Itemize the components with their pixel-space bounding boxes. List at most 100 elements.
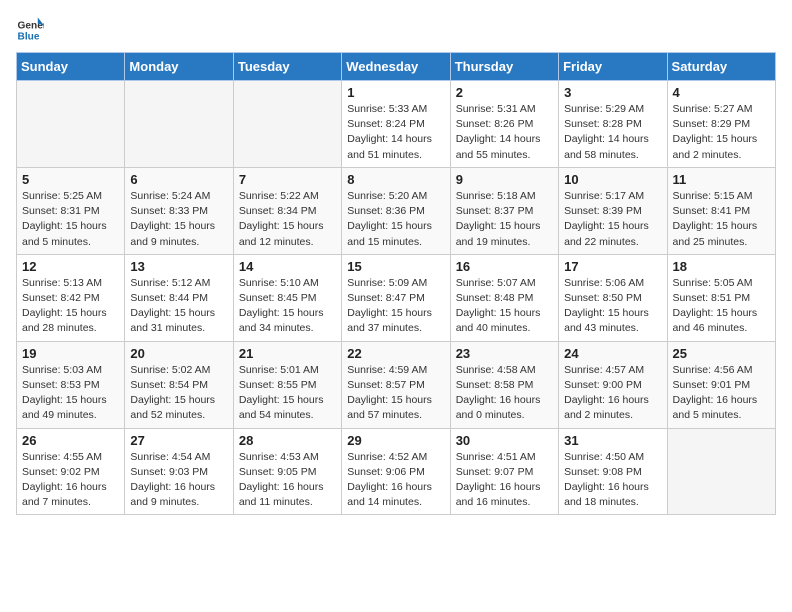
calendar-cell: 3 Sunrise: 5:29 AM Sunset: 8:28 PM Daylig… xyxy=(559,81,667,168)
weekday-header-tuesday: Tuesday xyxy=(233,53,341,81)
calendar-cell: 27 Sunrise: 4:54 AM Sunset: 9:03 PM Dayli… xyxy=(125,428,233,515)
calendar-cell: 31 Sunrise: 4:50 AM Sunset: 9:08 PM Dayli… xyxy=(559,428,667,515)
day-info: Sunrise: 4:54 AM Sunset: 9:03 PM Dayligh… xyxy=(130,450,227,511)
day-info: Sunrise: 5:27 AM Sunset: 8:29 PM Dayligh… xyxy=(673,102,770,163)
calendar-cell: 17 Sunrise: 5:06 AM Sunset: 8:50 PM Dayli… xyxy=(559,254,667,341)
calendar-week-3: 12Sunrise: 5:13 AM Sunset: 8:42 PM Dayli… xyxy=(17,254,776,341)
day-number: 10 xyxy=(564,172,661,187)
day-info: Sunrise: 4:55 AM Sunset: 9:02 PM Dayligh… xyxy=(22,450,119,511)
calendar-cell xyxy=(233,81,341,168)
day-number: 29 xyxy=(347,433,444,448)
day-number: 15 xyxy=(347,259,444,274)
day-info: Sunrise: 5:09 AM Sunset: 8:47 PM Dayligh… xyxy=(347,276,444,337)
calendar-cell: 5 Sunrise: 5:25 AM Sunset: 8:31 PM Daylig… xyxy=(17,167,125,254)
day-info: Sunrise: 4:56 AM Sunset: 9:01 PM Dayligh… xyxy=(673,363,770,424)
calendar-cell: 12Sunrise: 5:13 AM Sunset: 8:42 PM Dayli… xyxy=(17,254,125,341)
day-number: 19 xyxy=(22,346,119,361)
day-number: 23 xyxy=(456,346,553,361)
calendar-cell: 15 Sunrise: 5:09 AM Sunset: 8:47 PM Dayli… xyxy=(342,254,450,341)
calendar-cell: 23 Sunrise: 4:58 AM Sunset: 8:58 PM Dayli… xyxy=(450,341,558,428)
calendar-cell: 28 Sunrise: 4:53 AM Sunset: 9:05 PM Dayli… xyxy=(233,428,341,515)
calendar-cell: 29 Sunrise: 4:52 AM Sunset: 9:06 PM Dayli… xyxy=(342,428,450,515)
day-info: Sunrise: 4:53 AM Sunset: 9:05 PM Dayligh… xyxy=(239,450,336,511)
day-number: 25 xyxy=(673,346,770,361)
calendar-cell: 9 Sunrise: 5:18 AM Sunset: 8:37 PM Daylig… xyxy=(450,167,558,254)
weekday-header-sunday: Sunday xyxy=(17,53,125,81)
day-info: Sunrise: 4:51 AM Sunset: 9:07 PM Dayligh… xyxy=(456,450,553,511)
day-number: 28 xyxy=(239,433,336,448)
day-info: Sunrise: 5:18 AM Sunset: 8:37 PM Dayligh… xyxy=(456,189,553,250)
calendar-cell: 13 Sunrise: 5:12 AM Sunset: 8:44 PM Dayli… xyxy=(125,254,233,341)
calendar-cell: 25 Sunrise: 4:56 AM Sunset: 9:01 PM Dayli… xyxy=(667,341,775,428)
day-number: 24 xyxy=(564,346,661,361)
day-info: Sunrise: 4:52 AM Sunset: 9:06 PM Dayligh… xyxy=(347,450,444,511)
day-number: 5 xyxy=(22,172,119,187)
calendar-cell: 24Sunrise: 4:57 AM Sunset: 9:00 PM Dayli… xyxy=(559,341,667,428)
day-number: 17 xyxy=(564,259,661,274)
weekday-header-wednesday: Wednesday xyxy=(342,53,450,81)
day-number: 11 xyxy=(673,172,770,187)
calendar-week-1: 1 Sunrise: 5:33 AM Sunset: 8:24 PM Daylig… xyxy=(17,81,776,168)
calendar-cell: 10 Sunrise: 5:17 AM Sunset: 8:39 PM Dayli… xyxy=(559,167,667,254)
day-number: 20 xyxy=(130,346,227,361)
day-number: 22 xyxy=(347,346,444,361)
day-info: Sunrise: 5:25 AM Sunset: 8:31 PM Dayligh… xyxy=(22,189,119,250)
day-info: Sunrise: 5:06 AM Sunset: 8:50 PM Dayligh… xyxy=(564,276,661,337)
logo: General Blue xyxy=(16,16,44,44)
day-number: 8 xyxy=(347,172,444,187)
day-info: Sunrise: 5:29 AM Sunset: 8:28 PM Dayligh… xyxy=(564,102,661,163)
day-info: Sunrise: 5:24 AM Sunset: 8:33 PM Dayligh… xyxy=(130,189,227,250)
day-info: Sunrise: 5:07 AM Sunset: 8:48 PM Dayligh… xyxy=(456,276,553,337)
calendar-cell: 1 Sunrise: 5:33 AM Sunset: 8:24 PM Daylig… xyxy=(342,81,450,168)
calendar: SundayMondayTuesdayWednesdayThursdayFrid… xyxy=(16,52,776,515)
day-number: 4 xyxy=(673,85,770,100)
day-number: 14 xyxy=(239,259,336,274)
day-info: Sunrise: 5:12 AM Sunset: 8:44 PM Dayligh… xyxy=(130,276,227,337)
day-info: Sunrise: 5:31 AM Sunset: 8:26 PM Dayligh… xyxy=(456,102,553,163)
day-number: 30 xyxy=(456,433,553,448)
day-number: 13 xyxy=(130,259,227,274)
day-number: 12 xyxy=(22,259,119,274)
day-number: 2 xyxy=(456,85,553,100)
weekday-header-friday: Friday xyxy=(559,53,667,81)
day-number: 21 xyxy=(239,346,336,361)
weekday-header-monday: Monday xyxy=(125,53,233,81)
day-info: Sunrise: 5:03 AM Sunset: 8:53 PM Dayligh… xyxy=(22,363,119,424)
day-number: 9 xyxy=(456,172,553,187)
calendar-cell: 20 Sunrise: 5:02 AM Sunset: 8:54 PM Dayli… xyxy=(125,341,233,428)
calendar-cell: 26Sunrise: 4:55 AM Sunset: 9:02 PM Dayli… xyxy=(17,428,125,515)
day-info: Sunrise: 5:22 AM Sunset: 8:34 PM Dayligh… xyxy=(239,189,336,250)
calendar-week-2: 5 Sunrise: 5:25 AM Sunset: 8:31 PM Daylig… xyxy=(17,167,776,254)
calendar-cell: 6Sunrise: 5:24 AM Sunset: 8:33 PM Daylig… xyxy=(125,167,233,254)
calendar-cell: 18 Sunrise: 5:05 AM Sunset: 8:51 PM Dayli… xyxy=(667,254,775,341)
day-info: Sunrise: 4:50 AM Sunset: 9:08 PM Dayligh… xyxy=(564,450,661,511)
calendar-cell: 30 Sunrise: 4:51 AM Sunset: 9:07 PM Dayli… xyxy=(450,428,558,515)
day-number: 3 xyxy=(564,85,661,100)
day-info: Sunrise: 5:05 AM Sunset: 8:51 PM Dayligh… xyxy=(673,276,770,337)
day-info: Sunrise: 4:59 AM Sunset: 8:57 PM Dayligh… xyxy=(347,363,444,424)
calendar-cell: 16 Sunrise: 5:07 AM Sunset: 8:48 PM Dayli… xyxy=(450,254,558,341)
day-info: Sunrise: 5:17 AM Sunset: 8:39 PM Dayligh… xyxy=(564,189,661,250)
day-info: Sunrise: 5:15 AM Sunset: 8:41 PM Dayligh… xyxy=(673,189,770,250)
day-info: Sunrise: 5:02 AM Sunset: 8:54 PM Dayligh… xyxy=(130,363,227,424)
day-number: 27 xyxy=(130,433,227,448)
svg-text:Blue: Blue xyxy=(18,31,40,42)
calendar-cell: 21Sunrise: 5:01 AM Sunset: 8:55 PM Dayli… xyxy=(233,341,341,428)
day-number: 18 xyxy=(673,259,770,274)
calendar-cell: 2 Sunrise: 5:31 AM Sunset: 8:26 PM Daylig… xyxy=(450,81,558,168)
calendar-cell xyxy=(667,428,775,515)
calendar-cell: 8Sunrise: 5:20 AM Sunset: 8:36 PM Daylig… xyxy=(342,167,450,254)
calendar-cell: 14 Sunrise: 5:10 AM Sunset: 8:45 PM Dayli… xyxy=(233,254,341,341)
calendar-cell xyxy=(17,81,125,168)
day-info: Sunrise: 5:33 AM Sunset: 8:24 PM Dayligh… xyxy=(347,102,444,163)
calendar-cell: 4 Sunrise: 5:27 AM Sunset: 8:29 PM Daylig… xyxy=(667,81,775,168)
page-header: General Blue xyxy=(16,16,776,44)
logo-icon: General Blue xyxy=(16,16,44,44)
weekday-header-saturday: Saturday xyxy=(667,53,775,81)
calendar-cell: 7Sunrise: 5:22 AM Sunset: 8:34 PM Daylig… xyxy=(233,167,341,254)
day-info: Sunrise: 4:58 AM Sunset: 8:58 PM Dayligh… xyxy=(456,363,553,424)
day-number: 16 xyxy=(456,259,553,274)
day-number: 1 xyxy=(347,85,444,100)
day-info: Sunrise: 5:10 AM Sunset: 8:45 PM Dayligh… xyxy=(239,276,336,337)
day-number: 31 xyxy=(564,433,661,448)
